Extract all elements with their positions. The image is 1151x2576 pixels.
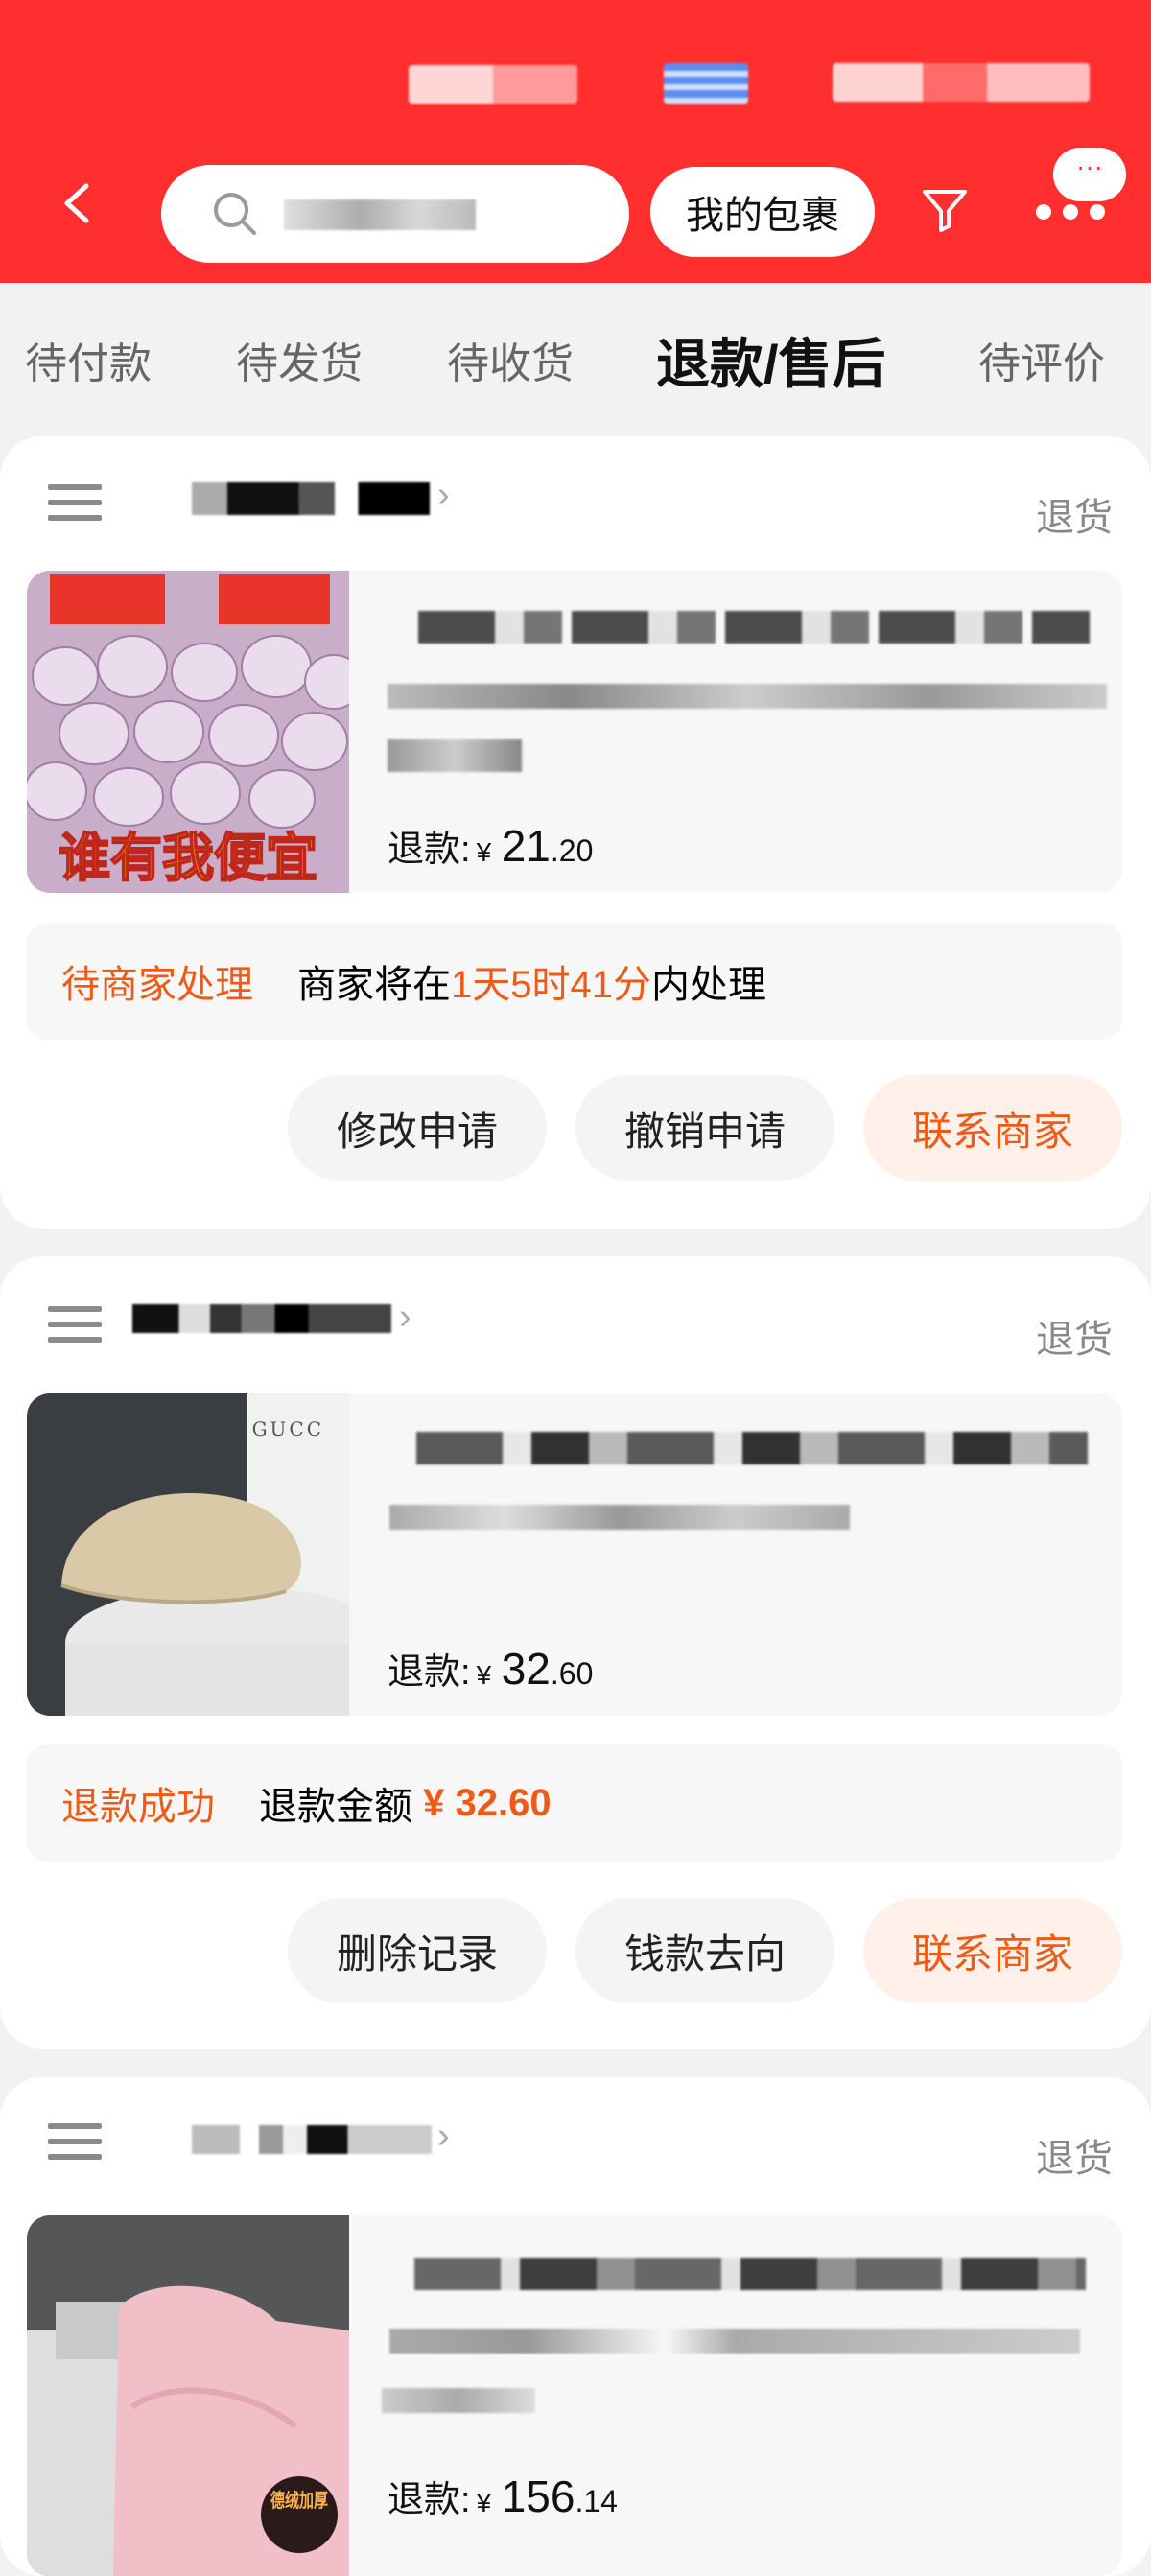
status-text-suffix: 内处理 <box>650 964 766 1006</box>
search-query-blur <box>284 199 476 230</box>
filter-icon[interactable] <box>919 184 971 236</box>
store-name-link[interactable] <box>192 482 430 515</box>
refund-amount: 退款: ¥ 21.20 <box>388 821 594 871</box>
product-thumbnail: GUCC <box>27 1393 349 1716</box>
product-row[interactable]: 谁有我便宜 退款: ¥ 21.20 <box>27 571 1122 893</box>
refund-status-bar: 待商家处理 商家将在 1天5时41分 内处理 <box>27 923 1122 1040</box>
product-spec-blur <box>388 739 522 772</box>
product-title-blur <box>418 611 1090 644</box>
product-thumbnail: 谁有我便宜 <box>27 571 349 893</box>
status-bar-blur <box>409 65 577 104</box>
status-bar-blur <box>833 63 1090 102</box>
message-badge[interactable]: ··· <box>1053 148 1126 201</box>
refund-order-card: › 退货 德绒加厚 退款: ¥ 156.14 <box>0 2077 1151 2576</box>
money-destination-button[interactable]: 钱款去向 <box>576 1898 834 2003</box>
tab-pending-review[interactable]: 待评价 <box>978 329 1105 390</box>
status-label: 退款成功 <box>61 1786 215 1828</box>
refund-status-bar: 退款成功 退款金额 ¥ 32.60 <box>27 1745 1122 1862</box>
store-icon <box>48 484 102 527</box>
refund-amount: 退款: ¥ 32.60 <box>388 1644 594 1694</box>
status-text: 退款金额 <box>259 1786 412 1828</box>
status-bar-blur <box>664 63 748 104</box>
thumbnail-caption: 德绒加厚 <box>270 2489 328 2512</box>
refund-order-card: › 退货 GUCC 退款: ¥ 32.60 退款成功 退款金额 ¥ 32.60 删… <box>0 1256 1151 2049</box>
store-icon <box>48 1306 102 1348</box>
search-input[interactable] <box>161 165 629 263</box>
status-countdown: 1天5时41分 <box>451 964 651 1006</box>
thumbnail-caption: 谁有我便宜 <box>59 828 317 888</box>
search-icon <box>214 193 256 235</box>
aftersale-type-label: 退货 <box>1036 2138 1113 2180</box>
contact-seller-button[interactable]: 联系商家 <box>863 1075 1122 1181</box>
modify-request-button[interactable]: 修改申请 <box>288 1075 547 1181</box>
top-header: 我的包裹 ··· <box>0 0 1151 283</box>
tab-refund-aftersale[interactable]: 退款/售后 <box>656 321 886 399</box>
product-thumbnail: 德绒加厚 <box>27 2215 349 2576</box>
product-title-blur <box>388 684 1107 709</box>
product-title-blur <box>416 1432 1088 1464</box>
product-title-blur <box>389 2329 1080 2354</box>
refund-amount: 退款: ¥ 156.14 <box>388 2471 618 2521</box>
delete-record-button[interactable]: 删除记录 <box>288 1898 547 2003</box>
aftersale-type-label: 退货 <box>1036 497 1113 539</box>
product-spec-blur <box>389 1505 850 1530</box>
store-icon <box>48 2123 102 2166</box>
my-packages-button[interactable]: 我的包裹 <box>650 167 875 257</box>
cancel-request-button[interactable]: 撤销申请 <box>576 1075 834 1181</box>
contact-seller-button[interactable]: 联系商家 <box>863 1898 1122 2003</box>
refund-total: ¥ 32.60 <box>423 1781 552 1824</box>
tab-pending-payment[interactable]: 待付款 <box>25 329 152 390</box>
refund-order-card: › 退货 谁有我便宜 退款: ¥ 21.20 待商家处理 商家将在 1天5时41… <box>0 436 1151 1229</box>
status-label: 待商家处理 <box>61 964 253 1006</box>
order-status-tabs: 待付款 待发货 待收货 退款/售后 待评价 <box>0 283 1151 436</box>
tab-pending-receipt[interactable]: 待收货 <box>447 329 574 390</box>
store-name-link[interactable] <box>132 1304 391 1333</box>
tab-pending-shipment[interactable]: 待发货 <box>236 329 363 390</box>
product-spec-blur <box>382 2388 535 2413</box>
store-name-link[interactable] <box>192 2125 432 2154</box>
chevron-right-icon: › <box>437 475 450 515</box>
chevron-right-icon: › <box>399 1297 411 1337</box>
product-row[interactable]: 德绒加厚 退款: ¥ 156.14 <box>27 2215 1122 2576</box>
thumbnail-caption: GUCC <box>252 1417 324 1440</box>
aftersale-type-label: 退货 <box>1036 1319 1113 1361</box>
more-dots-icon[interactable] <box>1032 198 1118 226</box>
chevron-right-icon: › <box>437 2116 450 2156</box>
product-title-blur <box>414 2258 1086 2290</box>
status-text: 商家将在 <box>297 964 451 1006</box>
chevron-left-icon[interactable] <box>58 182 100 224</box>
product-row[interactable]: GUCC 退款: ¥ 32.60 <box>27 1393 1122 1716</box>
